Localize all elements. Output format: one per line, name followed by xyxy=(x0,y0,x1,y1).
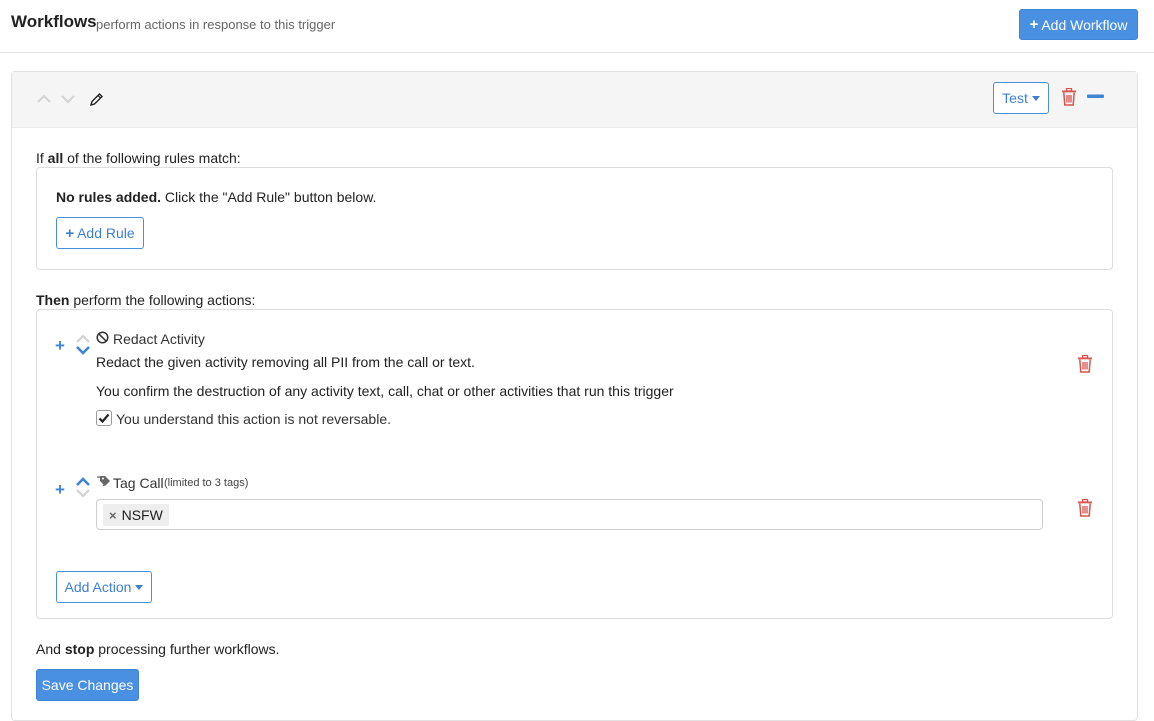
collapse-minus-icon[interactable] xyxy=(1087,94,1104,99)
checkbox-label: You understand this action is not revers… xyxy=(116,411,391,427)
action-title: Redact Activity xyxy=(113,331,205,347)
trash-icon[interactable] xyxy=(1077,355,1093,373)
no-rules-message: No rules added. Click the "Add Rule" but… xyxy=(56,189,376,205)
page-subtitle: perform actions in response to this trig… xyxy=(96,17,336,32)
add-workflow-label: Add Workflow xyxy=(1041,16,1128,33)
page-header: Workflows perform actions in response to… xyxy=(0,0,1154,53)
rules-box: No rules added. Click the "Add Rule" but… xyxy=(36,167,1113,270)
stop-prefix: And xyxy=(36,641,65,657)
trash-icon[interactable] xyxy=(1061,88,1077,106)
reorder-chevrons-icon[interactable] xyxy=(74,476,92,500)
reorder-chevrons-icon[interactable] xyxy=(74,333,92,357)
confirm-checkbox[interactable] xyxy=(96,410,112,426)
tags-icon xyxy=(97,476,110,487)
page-title: Workflows xyxy=(11,12,97,31)
move-up-chevron-icon[interactable] xyxy=(36,93,52,105)
rules-intro-prefix: If xyxy=(36,150,48,166)
save-changes-button[interactable]: Save Changes xyxy=(36,669,139,701)
move-down-chevron-icon[interactable] xyxy=(60,93,76,105)
test-dropdown-button[interactable]: Test xyxy=(993,82,1049,114)
remove-tag-icon[interactable]: × xyxy=(109,508,117,523)
add-rule-button[interactable]: + Add Rule xyxy=(56,217,144,249)
caret-down-icon xyxy=(135,584,144,590)
plus-icon: + xyxy=(65,224,75,242)
tag-input[interactable]: × NSFW xyxy=(96,499,1043,530)
rules-intro-suffix: of the following rules match: xyxy=(63,150,241,166)
test-label: Test xyxy=(1002,90,1028,106)
pencil-icon[interactable] xyxy=(89,92,104,107)
stop-bold: stop xyxy=(64,641,95,657)
checkmark-icon xyxy=(98,413,110,424)
trash-icon[interactable] xyxy=(1077,499,1093,517)
caret-down-icon xyxy=(1031,95,1040,101)
action-description: Redact the given activity removing all P… xyxy=(96,354,475,370)
add-rule-label: Add Rule xyxy=(77,225,135,241)
actions-intro-bold: Then xyxy=(36,292,70,308)
stop-processing-text: And stop processing further workflows. xyxy=(36,641,280,657)
insert-action-plus-icon[interactable]: + xyxy=(55,480,65,500)
stop-suffix: processing further workflows. xyxy=(94,641,280,657)
insert-action-plus-icon[interactable]: + xyxy=(55,336,65,356)
add-workflow-button[interactable]: + Add Workflow xyxy=(1019,9,1138,40)
no-rules-text: Click the "Add Rule" button below. xyxy=(161,189,377,205)
save-changes-label: Save Changes xyxy=(41,677,134,693)
actions-intro-text: perform the following actions: xyxy=(69,292,256,308)
add-action-button[interactable]: Add Action xyxy=(56,571,152,603)
rules-intro: If all of the following rules match: xyxy=(36,150,241,166)
plus-icon: + xyxy=(1029,16,1039,33)
actions-intro: Then perform the following actions: xyxy=(36,292,255,308)
ban-icon xyxy=(96,331,109,344)
tag-chip: × NSFW xyxy=(103,504,169,526)
add-action-label: Add Action xyxy=(64,579,132,595)
action-confirm-text: You confirm the destruction of any activ… xyxy=(96,383,674,399)
tag-label: NSFW xyxy=(121,507,163,523)
action-note: (limited to 3 tags) xyxy=(164,477,249,489)
workflow-card-header: Test xyxy=(12,72,1137,128)
no-rules-bold: No rules added. xyxy=(56,189,162,205)
action-title: Tag Call xyxy=(113,475,164,491)
rules-intro-bold: all xyxy=(47,150,64,166)
